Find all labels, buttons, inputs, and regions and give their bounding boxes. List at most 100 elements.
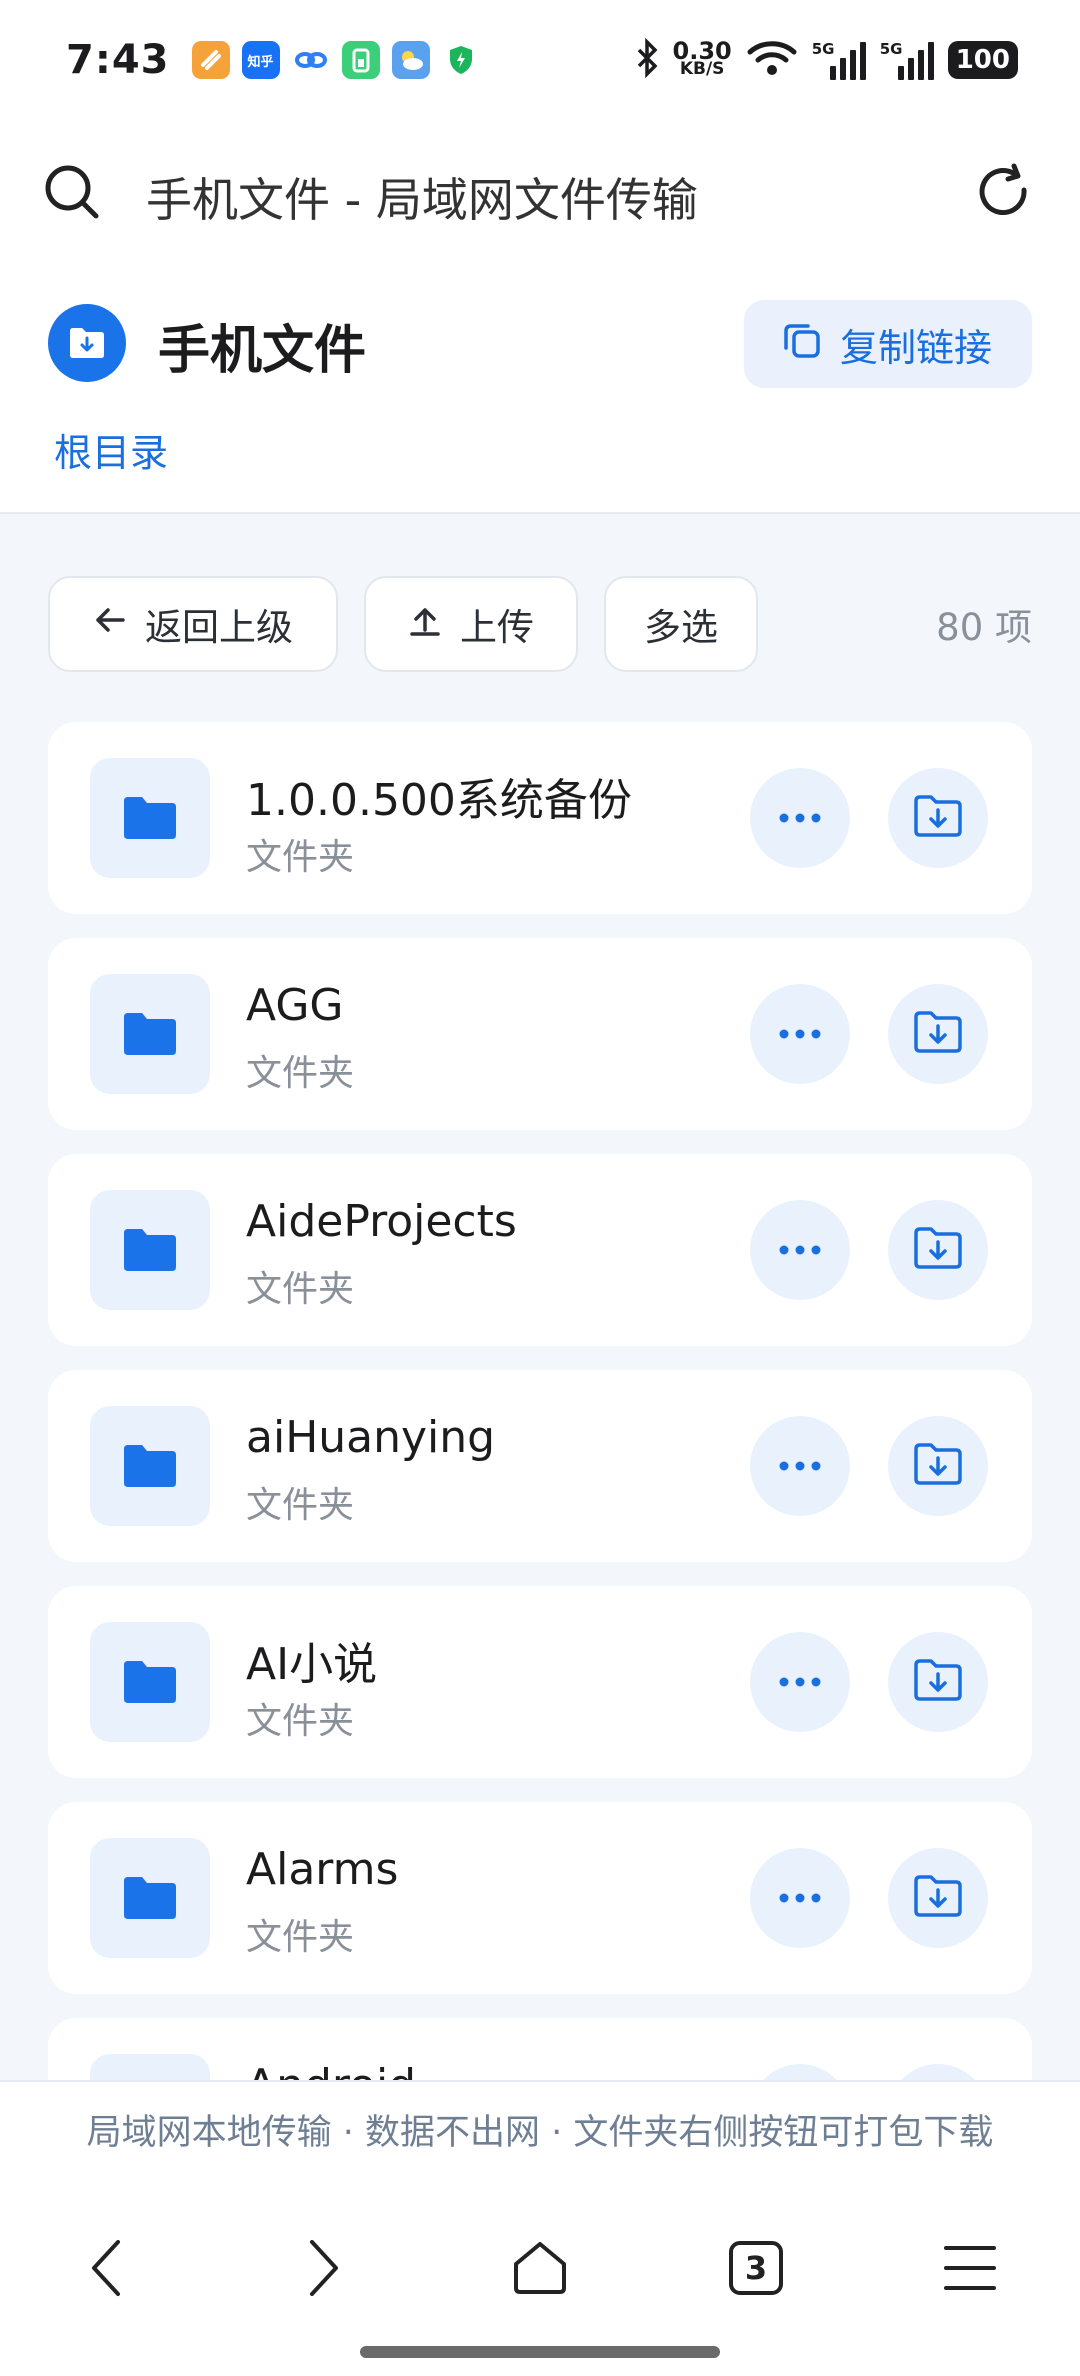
breadcrumb-root[interactable]: 根目录 — [54, 422, 168, 477]
folder-download-icon — [48, 304, 126, 382]
file-name: 1.0.0.500系统备份 — [246, 775, 632, 826]
file-name: aiHuanying — [246, 1412, 496, 1463]
back-button[interactable]: 返回上级 — [48, 576, 338, 672]
folder-icon — [90, 2054, 210, 2080]
download-folder-button[interactable] — [888, 2064, 988, 2080]
signal-5g-2-icon: 5G — [880, 40, 934, 80]
upload-icon — [408, 603, 442, 646]
weather-icon — [391, 41, 430, 79]
more-options-button[interactable] — [750, 1632, 850, 1732]
folder-icon — [90, 1406, 210, 1526]
file-type: 文件夹 — [246, 1917, 355, 1958]
more-options-button[interactable] — [750, 2064, 850, 2080]
file-type: 文件夹 — [246, 837, 355, 878]
shield-check-icon — [442, 41, 480, 79]
signal-5g-1-icon: 5G — [812, 40, 866, 80]
download-folder-button[interactable] — [888, 1416, 988, 1516]
folder-download-icon — [912, 1441, 964, 1491]
home-indicator[interactable] — [360, 2346, 720, 2358]
battery-level: 100 — [955, 45, 1010, 75]
folder-download-icon — [912, 1657, 964, 1707]
file-name: AGG — [246, 980, 344, 1031]
file-list: 1.0.0.500系统备份文件夹 AGG 文件夹 AideProjects 文件夹 aiH… — [48, 722, 1032, 2080]
page-title: 手机文件 — [158, 321, 367, 381]
back-nav-icon[interactable] — [66, 2228, 146, 2308]
copy-icon — [780, 318, 824, 371]
more-dots-icon — [778, 1457, 822, 1476]
folder-download-icon — [912, 1873, 964, 1923]
file-name: AI小说 — [246, 1639, 378, 1690]
status-bar: 7:43 知乎 0.30 KB/S 5G 5G 100 — [0, 0, 1080, 120]
more-dots-icon — [778, 809, 822, 828]
page-url-title[interactable]: 手机文件 - 局域网文件传输 — [146, 164, 698, 230]
multiselect-button-label: 多选 — [644, 606, 718, 649]
status-app-icons: 知乎 — [191, 41, 480, 79]
folder-icon — [90, 1622, 210, 1742]
file-row[interactable]: 1.0.0.500系统备份文件夹 — [48, 722, 1032, 914]
home-icon[interactable] — [500, 2228, 580, 2308]
folder-icon — [90, 974, 210, 1094]
file-row[interactable]: aiHuanying 文件夹 — [48, 1370, 1032, 1562]
file-row[interactable]: Alarms 文件夹 — [48, 1802, 1032, 1994]
folder-icon — [90, 758, 210, 878]
toolbar: 返回上级 上传 多选 80 项 — [48, 576, 1032, 672]
net-speed: 0.30 KB/S — [672, 37, 732, 79]
arrow-left-icon — [93, 603, 127, 646]
download-folder-button[interactable] — [888, 1848, 988, 1948]
more-options-button[interactable] — [750, 1200, 850, 1300]
file-row[interactable]: AideProjects 文件夹 — [48, 1154, 1032, 1346]
file-name: Android — [246, 2060, 416, 2080]
download-folder-button[interactable] — [888, 768, 988, 868]
file-row[interactable]: AI小说文件夹 — [48, 1586, 1032, 1778]
battery-icon: 100 — [947, 41, 1018, 79]
forward-nav-icon[interactable] — [284, 2228, 364, 2308]
more-options-button[interactable] — [750, 768, 850, 868]
search-icon[interactable] — [40, 160, 104, 224]
zhihu-icon-label: 知乎 — [247, 54, 274, 70]
status-right: 0.30 KB/S 5G 5G 100 — [635, 37, 1018, 82]
more-options-button[interactable] — [750, 984, 850, 1084]
net-speed-value: 0.30 — [672, 37, 732, 65]
upload-button[interactable]: 上传 — [364, 576, 578, 672]
browser-header: 手机文件 - 局域网文件传输 — [0, 120, 1080, 264]
folder-icon — [90, 1190, 210, 1310]
zhihu-icon: 知乎 — [241, 41, 280, 79]
refresh-icon[interactable] — [972, 160, 1036, 224]
upload-button-label: 上传 — [460, 606, 534, 649]
battery-app-icon — [341, 41, 380, 79]
link-cloud-icon — [292, 41, 330, 79]
more-dots-icon — [778, 1241, 822, 1260]
download-folder-button[interactable] — [888, 984, 988, 1084]
more-options-button[interactable] — [750, 1848, 850, 1948]
copy-link-button[interactable]: 复制链接 — [744, 300, 1032, 388]
folder-download-icon — [912, 1225, 964, 1275]
multiselect-button[interactable]: 多选 — [604, 576, 758, 672]
folder-download-icon — [912, 1009, 964, 1059]
signal-2-label: 5G — [879, 40, 903, 58]
file-row[interactable]: Android文件夹 — [48, 2018, 1032, 2080]
item-count: 80 项 — [936, 606, 1032, 649]
tabs-button[interactable]: 3 — [716, 2228, 796, 2308]
file-name: AideProjects — [246, 1196, 517, 1247]
file-type: 文件夹 — [246, 1701, 355, 1742]
download-folder-button[interactable] — [888, 1632, 988, 1732]
download-folder-button[interactable] — [888, 1200, 988, 1300]
page-header: 手机文件 复制链接 根目录 — [0, 264, 1080, 514]
signal-1-label: 5G — [811, 40, 835, 58]
folder-icon — [90, 1838, 210, 1958]
status-time: 7:43 — [66, 37, 170, 83]
copy-link-label: 复制链接 — [840, 325, 993, 370]
footer-note: 局域网本地传输 · 数据不出网 · 文件夹右侧按钮可打包下载 — [0, 2080, 1080, 2176]
file-row[interactable]: AGG 文件夹 — [48, 938, 1032, 1130]
file-name: Alarms — [246, 1844, 399, 1895]
tab-count: 3 — [744, 2249, 768, 2287]
folder-download-icon — [912, 793, 964, 843]
file-type: 文件夹 — [246, 1053, 355, 1094]
more-options-button[interactable] — [750, 1416, 850, 1516]
file-type: 文件夹 — [246, 1269, 355, 1310]
menu-icon[interactable] — [930, 2228, 1010, 2308]
more-dots-icon — [778, 1673, 822, 1692]
net-speed-unit: KB/S — [679, 59, 725, 79]
bluetooth-icon — [635, 37, 659, 82]
more-dots-icon — [778, 1025, 822, 1044]
